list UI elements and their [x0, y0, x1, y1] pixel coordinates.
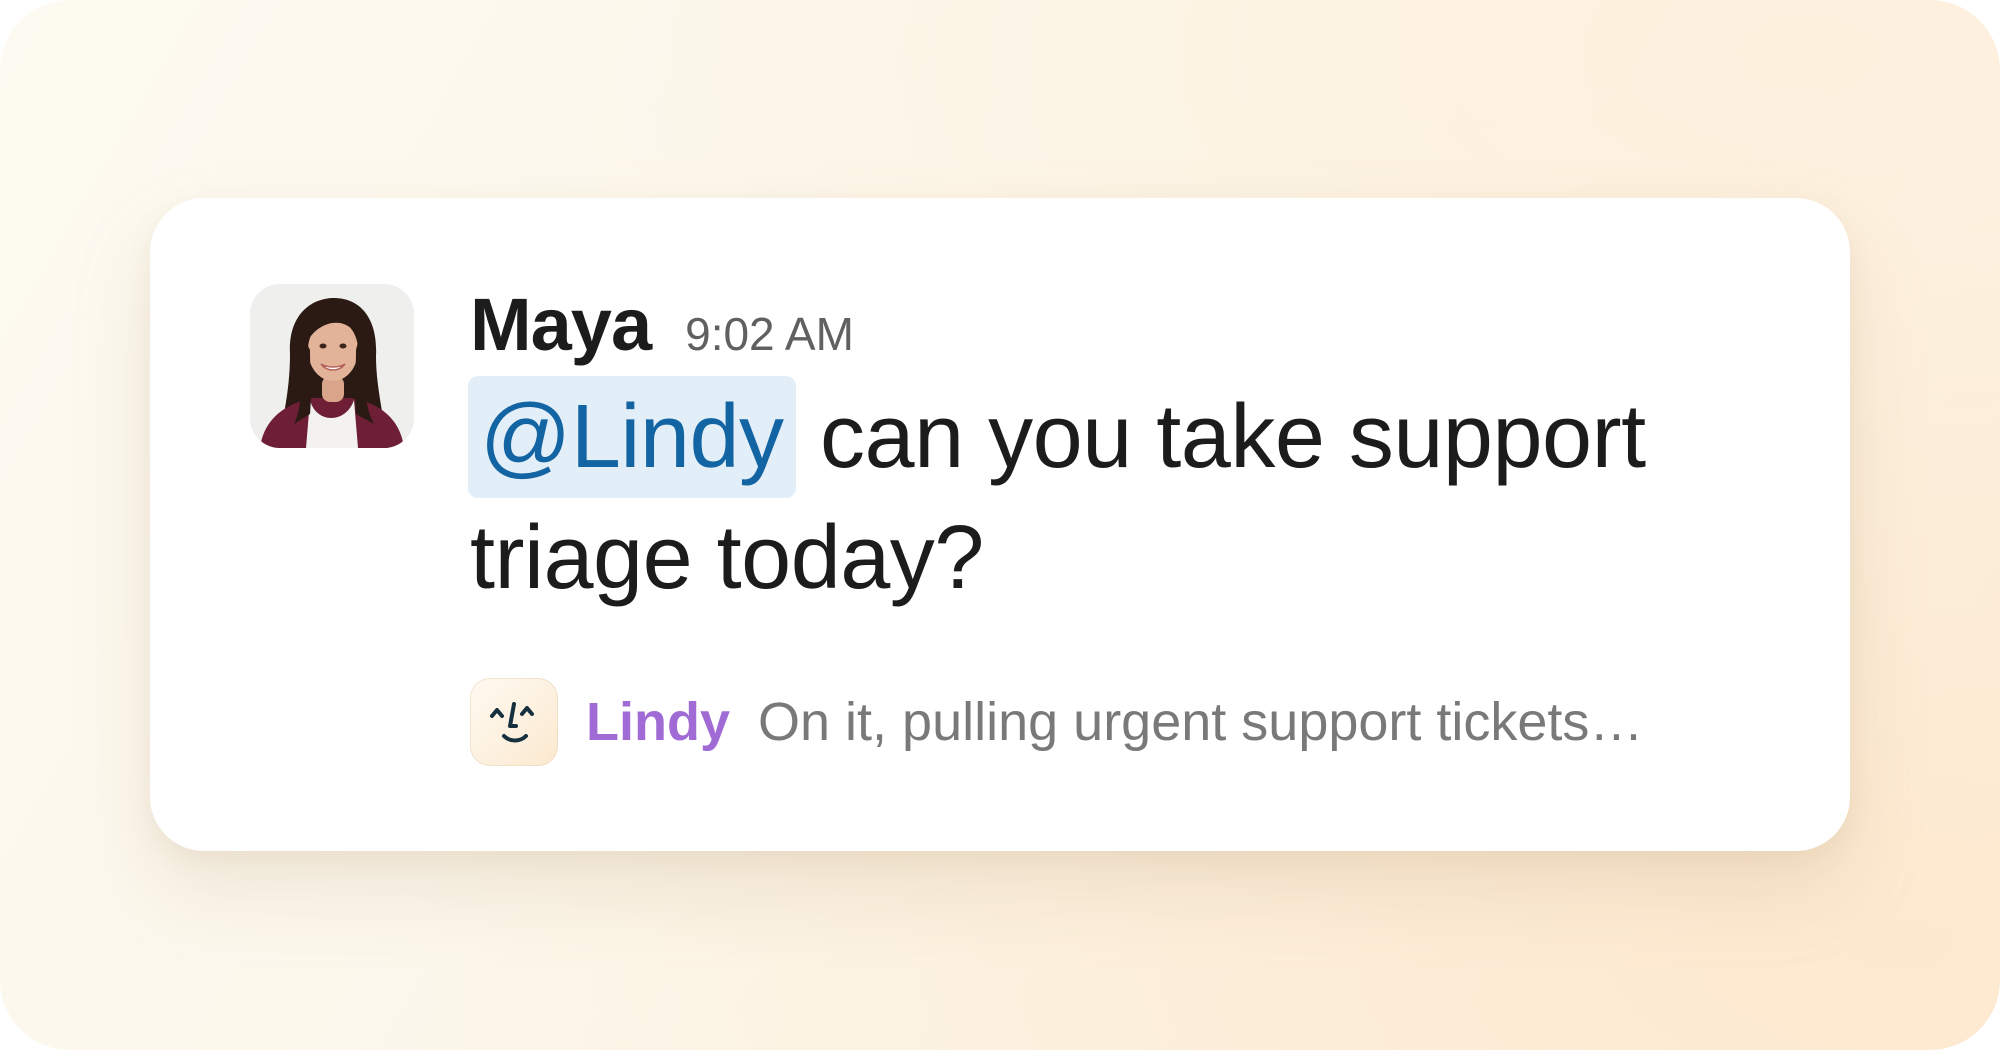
avatar[interactable]: [250, 284, 414, 448]
author-name[interactable]: Maya: [470, 282, 652, 367]
thread-reply-preview[interactable]: Lindy On it, pulling urgent support tick…: [470, 678, 1643, 766]
message-timestamp[interactable]: 9:02 AM: [685, 307, 854, 361]
reply-text: On it, pulling urgent support tickets…: [758, 692, 1644, 752]
background: Maya 9:02 AM @Lindy can you take support…: [0, 0, 2000, 1050]
user-mention[interactable]: @Lindy: [468, 376, 796, 498]
message-body: @Lindy can you take support triage today?: [468, 376, 1790, 618]
lindy-face-icon: [470, 678, 558, 766]
bot-name[interactable]: Lindy: [586, 691, 730, 753]
message-text-line2: triage today?: [470, 508, 984, 608]
user-avatar-icon: [250, 284, 414, 448]
chat-message-card: Maya 9:02 AM @Lindy can you take support…: [150, 198, 1850, 851]
message-text-line1: can you take support: [795, 387, 1646, 487]
message-header: Maya 9:02 AM: [470, 282, 854, 372]
